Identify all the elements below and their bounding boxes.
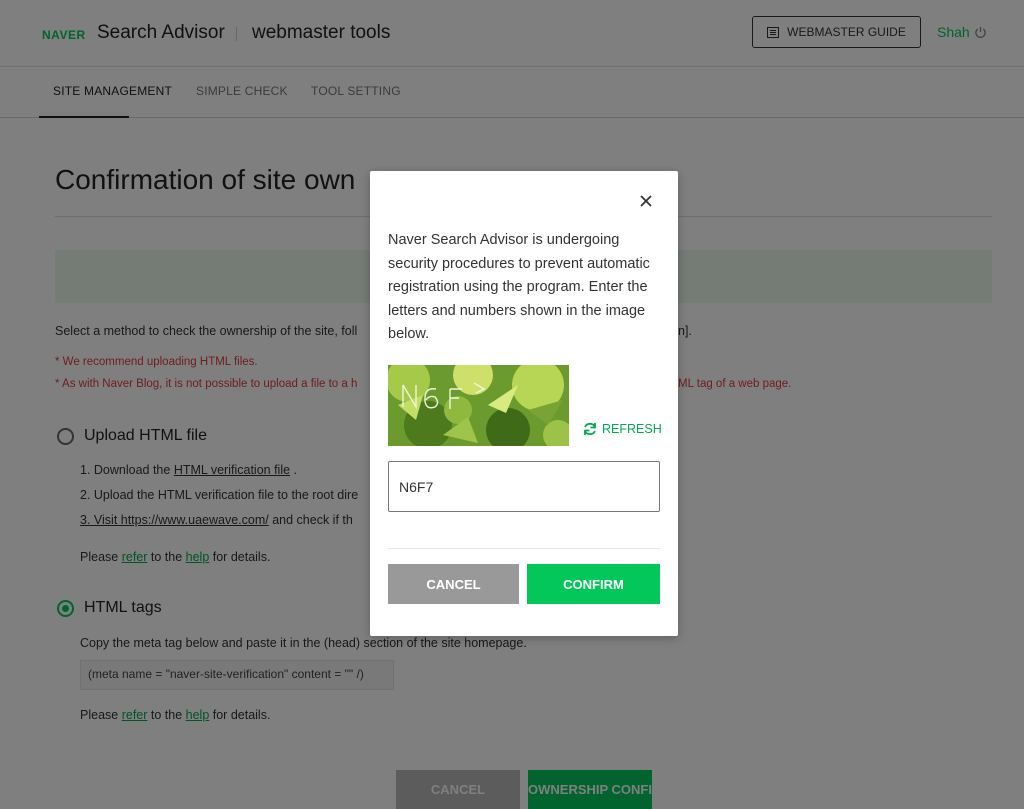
modal-divider [388, 548, 660, 549]
refresh-label: REFRESH [602, 422, 662, 436]
modal-cancel-button[interactable]: CANCEL [388, 564, 519, 604]
captcha-input[interactable] [388, 461, 660, 512]
captcha-image [388, 365, 569, 446]
modal-confirm-button[interactable]: CONFIRM [527, 564, 660, 604]
captcha-message: Naver Search Advisor is undergoing secur… [388, 232, 650, 342]
close-icon[interactable] [638, 193, 654, 209]
captcha-refresh-button[interactable]: REFRESH [582, 421, 662, 437]
captcha-dialog: Naver Search Advisor is undergoing secur… [370, 171, 678, 636]
refresh-icon [584, 422, 596, 436]
